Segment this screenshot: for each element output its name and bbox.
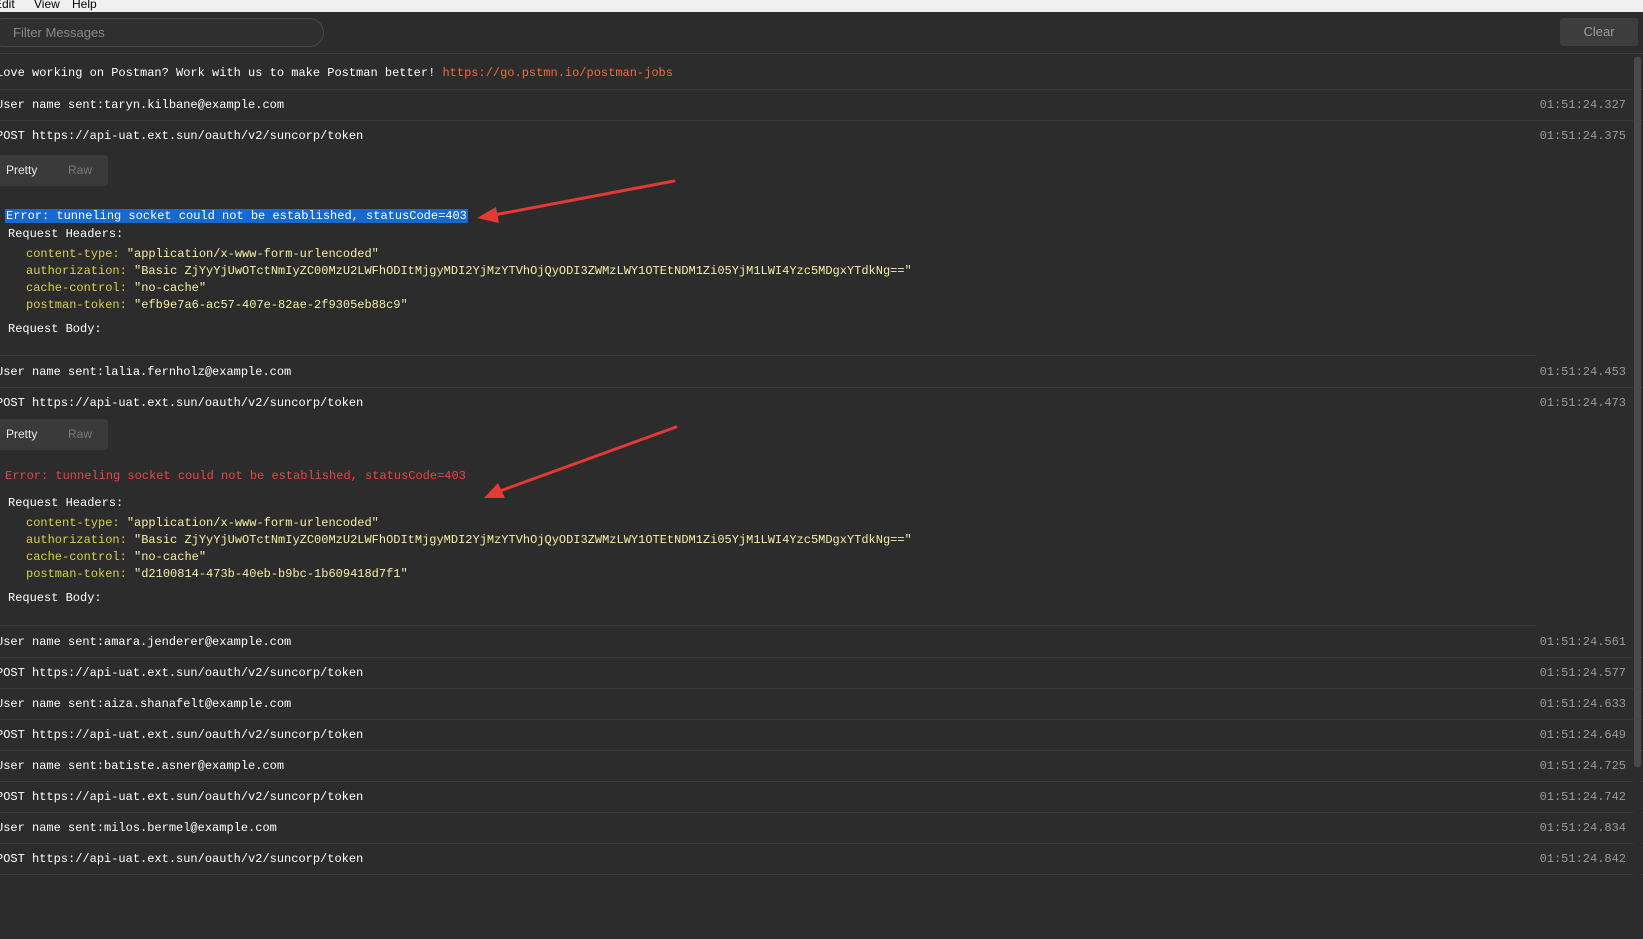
tab-pretty[interactable]: Pretty <box>6 155 37 186</box>
error-message: Error: tunneling socket could not be est… <box>5 208 468 224</box>
error-text: Error: tunneling socket could not be est… <box>5 469 466 483</box>
log-entry[interactable]: POST https://api-uat.ext.sun/oauth/v2/su… <box>0 782 1643 813</box>
header-value: "no-cache" <box>134 281 207 295</box>
header-row: cache-control: "no-cache" <box>26 281 206 295</box>
header-key: cache-control: <box>26 281 127 295</box>
header-key: content-type: <box>26 516 120 530</box>
header-key: authorization: <box>26 264 127 278</box>
log-entry[interactable]: POST https://api-uat.ext.sun/oauth/v2/su… <box>0 388 1643 419</box>
log-message: POST https://api-uat.ext.sun/oauth/v2/su… <box>0 666 364 680</box>
log-timestamp: 01:51:24.577 <box>1539 666 1626 680</box>
log-message: POST https://api-uat.ext.sun/oauth/v2/su… <box>0 396 364 410</box>
log-timestamp: 01:51:24.327 <box>1539 98 1626 112</box>
log-timestamp: 01:51:24.633 <box>1539 697 1626 711</box>
promo-message: Love working on Postman? Work with us to… <box>0 56 1643 90</box>
log-timestamp: 01:51:24.842 <box>1539 852 1626 866</box>
log-message: User name sent:amara.jenderer@example.co… <box>0 635 292 649</box>
log-message: POST https://api-uat.ext.sun/oauth/v2/su… <box>0 852 364 866</box>
tab-pretty[interactable]: Pretty <box>6 419 37 450</box>
divider <box>0 625 1536 626</box>
log-entry[interactable]: User name sent:taryn.kilbane@example.com… <box>0 90 1643 121</box>
log-message: User name sent:milos.bermel@example.com <box>0 821 277 835</box>
log-entry[interactable]: POST https://api-uat.ext.sun/oauth/v2/su… <box>0 658 1643 689</box>
log-entry[interactable]: User name sent:batiste.asner@example.com… <box>0 751 1643 782</box>
header-key: postman-token: <box>26 567 127 581</box>
log-entry[interactable]: User name sent:aiza.shanafelt@example.co… <box>0 689 1643 720</box>
header-value: "efb9e7a6-ac57-407e-82ae-2f9305eb88c9" <box>134 298 408 312</box>
log-entry[interactable]: User name sent:lalia.fernholz@example.co… <box>0 357 1643 388</box>
header-row: authorization: "Basic ZjYyYjUwOTctNmIyZC… <box>26 264 912 278</box>
menu-view[interactable]: View <box>34 0 60 10</box>
log-timestamp: 01:51:24.561 <box>1539 635 1626 649</box>
header-key: cache-control: <box>26 550 127 564</box>
log-message: POST https://api-uat.ext.sun/oauth/v2/su… <box>0 790 364 804</box>
header-key: authorization: <box>26 533 127 547</box>
clear-button[interactable]: Clear <box>1560 18 1638 46</box>
header-value: "application/x-www-form-urlencoded" <box>126 247 379 261</box>
log-message: POST https://api-uat.ext.sun/oauth/v2/su… <box>0 728 364 742</box>
header-row: content-type: "application/x-www-form-ur… <box>26 516 379 530</box>
header-row: postman-token: "d2100814-473b-40eb-b9bc-… <box>26 567 408 581</box>
request-body-label: Request Body: <box>8 591 102 605</box>
log-timestamp: 01:51:24.742 <box>1539 790 1626 804</box>
header-row: cache-control: "no-cache" <box>26 550 206 564</box>
error-message: Error: tunneling socket could not be est… <box>5 468 466 484</box>
request-headers-label: Request Headers: <box>8 496 124 510</box>
header-row: content-type: "application/x-www-form-ur… <box>26 247 379 261</box>
log-entry[interactable]: POST https://api-uat.ext.sun/oauth/v2/su… <box>0 720 1643 751</box>
log-message: User name sent:lalia.fernholz@example.co… <box>0 365 292 379</box>
tab-raw[interactable]: Raw <box>68 419 92 450</box>
log-message: User name sent:batiste.asner@example.com <box>0 759 285 773</box>
header-value: "Basic ZjYyYjUwOTctNmIyZC00MzU2LWFhODItM… <box>134 264 912 278</box>
menu-help[interactable]: Help <box>72 0 97 10</box>
log-message: User name sent:taryn.kilbane@example.com <box>0 98 285 112</box>
header-value: "d2100814-473b-40eb-b9bc-1b609418d7f1" <box>134 567 408 581</box>
error-text-selected: Error: tunneling socket could not be est… <box>5 209 468 223</box>
log-timestamp: 01:51:24.725 <box>1539 759 1626 773</box>
tab-raw[interactable]: Raw <box>68 155 92 186</box>
view-mode-tabs: Pretty Raw <box>0 155 108 186</box>
log-timestamp: 01:51:24.473 <box>1539 396 1626 410</box>
header-row: authorization: "Basic ZjYyYjUwOTctNmIyZC… <box>26 533 912 547</box>
header-key: postman-token: <box>26 298 127 312</box>
request-headers-label: Request Headers: <box>8 227 124 241</box>
request-body-label: Request Body: <box>8 322 102 336</box>
header-value: "application/x-www-form-urlencoded" <box>126 516 379 530</box>
annotation-arrow-icon <box>484 425 678 498</box>
log-entry[interactable]: POST https://api-uat.ext.sun/oauth/v2/su… <box>0 844 1643 875</box>
log-entry[interactable]: User name sent:amara.jenderer@example.co… <box>0 627 1643 658</box>
log-message: POST https://api-uat.ext.sun/oauth/v2/su… <box>0 129 364 143</box>
console-toolbar: Filter Messages Clear <box>0 12 1643 54</box>
promo-text: Love working on Postman? Work with us to… <box>0 66 436 80</box>
header-row: postman-token: "efb9e7a6-ac57-407e-82ae-… <box>26 298 408 312</box>
log-timestamp: 01:51:24.649 <box>1539 728 1626 742</box>
header-value: "Basic ZjYyYjUwOTctNmIyZC00MzU2LWFhODItM… <box>134 533 912 547</box>
menu-bar: Edit View Help <box>0 0 1643 12</box>
log-entry[interactable]: POST https://api-uat.ext.sun/oauth/v2/su… <box>0 121 1643 152</box>
view-mode-tabs: Pretty Raw <box>0 419 108 450</box>
filter-messages-input[interactable]: Filter Messages <box>0 18 324 47</box>
log-entry[interactable]: User name sent:milos.bermel@example.com … <box>0 813 1643 844</box>
scrollbar-thumb[interactable] <box>1634 57 1641 767</box>
annotation-arrow-icon <box>477 179 676 223</box>
header-key: content-type: <box>26 247 120 261</box>
promo-link[interactable]: https://go.pstmn.io/postman-jobs <box>442 66 672 80</box>
divider <box>0 355 1536 356</box>
menu-edit[interactable]: Edit <box>0 0 15 10</box>
log-timestamp: 01:51:24.453 <box>1539 365 1626 379</box>
header-value: "no-cache" <box>134 550 207 564</box>
log-timestamp: 01:51:24.834 <box>1539 821 1626 835</box>
log-message: User name sent:aiza.shanafelt@example.co… <box>0 697 292 711</box>
log-timestamp: 01:51:24.375 <box>1539 129 1626 143</box>
